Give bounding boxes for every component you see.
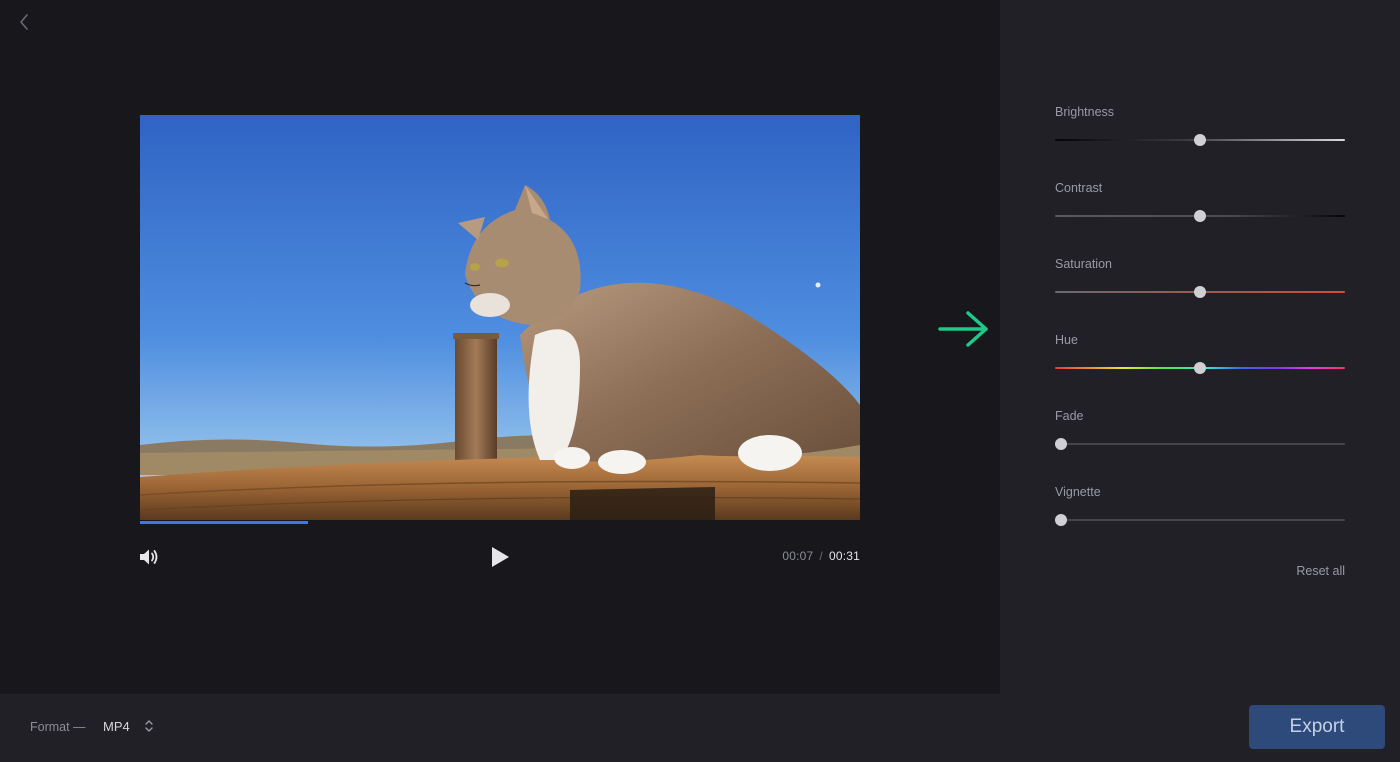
slider-label: Fade — [1055, 409, 1084, 423]
video-frame-image — [140, 115, 860, 520]
chevron-up-down-icon — [145, 720, 153, 732]
vignette-slider[interactable] — [1054, 513, 1345, 527]
contrast-slider[interactable] — [1055, 209, 1345, 223]
preview-area: 00:07 / 00:31 — [0, 0, 1000, 694]
slider-group-fade: Fade — [1054, 408, 1345, 451]
playback-progress[interactable] — [140, 521, 860, 524]
footer-bar: Format — MP4 Export — [0, 694, 1400, 762]
slider-track — [1055, 519, 1345, 521]
fade-slider[interactable] — [1054, 437, 1345, 451]
format-label: Format — — [30, 720, 86, 734]
video-editor-app: 00:07 / 00:31 Brightness Contrast Saturation… — [0, 0, 1400, 762]
slider-thumb[interactable] — [1194, 362, 1206, 374]
play-button[interactable] — [488, 545, 512, 569]
back-button[interactable] — [12, 10, 36, 34]
slider-thumb[interactable] — [1054, 514, 1067, 526]
current-time: 00:07 — [782, 549, 814, 563]
volume-icon — [140, 549, 158, 565]
total-time: 00:31 — [828, 549, 860, 563]
slider-group-saturation: Saturation — [1055, 256, 1345, 299]
adjustments-panel: Brightness Contrast Saturation Hue Fade Vigne… — [1000, 0, 1400, 694]
slider-label: Contrast — [1055, 181, 1103, 195]
hue-slider[interactable] — [1055, 361, 1345, 375]
slider-track — [1055, 443, 1345, 445]
arrow-right-icon — [938, 311, 988, 347]
chevron-left-icon — [20, 14, 28, 30]
play-icon — [492, 547, 509, 567]
slider-group-hue: Hue — [1055, 332, 1345, 375]
saturation-slider[interactable] — [1055, 285, 1345, 299]
volume-button[interactable] — [138, 546, 162, 568]
reset-all-button[interactable]: Reset all — [1296, 564, 1345, 578]
format-select[interactable]: MP4 — [103, 718, 154, 734]
slider-thumb[interactable] — [1054, 438, 1067, 450]
brightness-slider[interactable] — [1055, 133, 1345, 147]
slider-group-brightness: Brightness — [1055, 104, 1345, 147]
slider-label: Vignette — [1055, 485, 1101, 499]
slider-label: Hue — [1055, 333, 1078, 347]
slider-label: Saturation — [1055, 257, 1112, 271]
slider-group-vignette: Vignette — [1054, 484, 1345, 527]
time-display: 00:07 / 00:31 — [782, 549, 860, 563]
slider-group-contrast: Contrast — [1055, 180, 1345, 223]
export-button[interactable]: Export — [1249, 705, 1385, 749]
video-preview[interactable] — [140, 115, 860, 520]
progress-fill — [140, 521, 308, 524]
time-separator: / — [819, 549, 823, 563]
slider-thumb[interactable] — [1194, 210, 1206, 222]
slider-label: Brightness — [1055, 105, 1115, 119]
slider-thumb[interactable] — [1194, 134, 1206, 146]
format-value: MP4 — [103, 718, 130, 734]
slider-thumb[interactable] — [1194, 286, 1206, 298]
